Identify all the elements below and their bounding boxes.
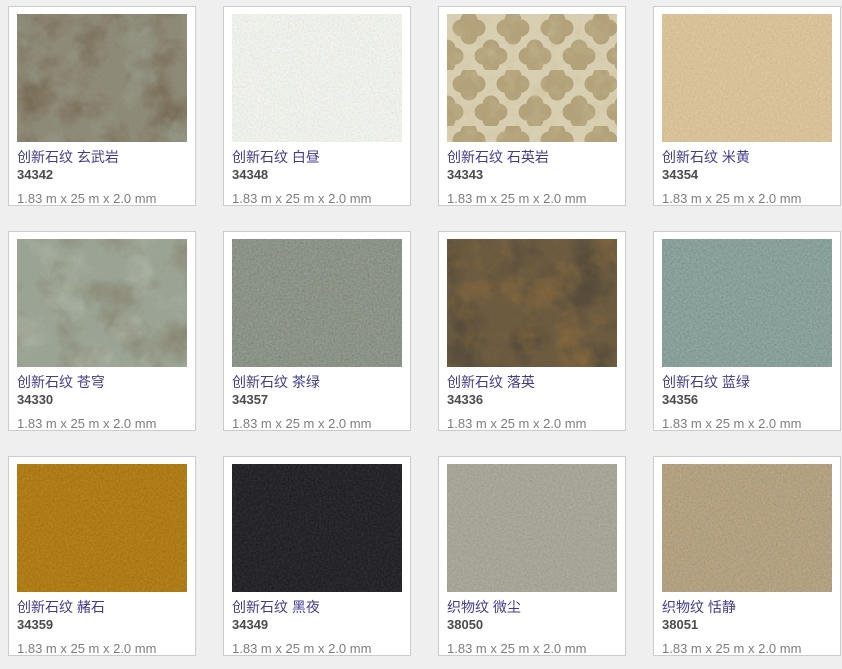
product-name-link[interactable]: 创新石纹 茶绿 — [232, 374, 402, 391]
product-card: 创新石纹 米黄 34354 1.83 m x 25 m x 2.0 mm — [653, 6, 841, 206]
product-grid: 创新石纹 玄武岩 34342 1.83 m x 25 m x 2.0 mm 创新… — [0, 0, 842, 669]
product-dimensions: 1.83 m x 25 m x 2.0 mm — [662, 191, 832, 206]
product-code: 38051 — [662, 617, 832, 632]
product-name-link[interactable]: 创新石纹 赭石 — [17, 599, 187, 616]
product-dimensions: 1.83 m x 25 m x 2.0 mm — [662, 416, 832, 431]
product-code: 34330 — [17, 392, 187, 407]
product-name-link[interactable]: 创新石纹 蓝绿 — [662, 374, 832, 391]
product-card: 创新石纹 赭石 34359 1.83 m x 25 m x 2.0 mm — [8, 456, 196, 656]
product-code: 34359 — [17, 617, 187, 632]
product-swatch-image[interactable] — [17, 239, 187, 367]
product-name-link[interactable]: 创新石纹 米黄 — [662, 149, 832, 166]
product-card: 创新石纹 蓝绿 34356 1.83 m x 25 m x 2.0 mm — [653, 231, 841, 431]
product-name-link[interactable]: 创新石纹 白昼 — [232, 149, 402, 166]
product-dimensions: 1.83 m x 25 m x 2.0 mm — [447, 416, 617, 431]
product-code: 38050 — [447, 617, 617, 632]
product-code: 34336 — [447, 392, 617, 407]
product-card: 创新石纹 白昼 34348 1.83 m x 25 m x 2.0 mm — [223, 6, 411, 206]
product-swatch-image[interactable] — [447, 14, 617, 142]
product-card: 创新石纹 石英岩 34343 1.83 m x 25 m x 2.0 mm — [438, 6, 626, 206]
product-card: 创新石纹 苍穹 34330 1.83 m x 25 m x 2.0 mm — [8, 231, 196, 431]
product-name-link[interactable]: 织物纹 恬静 — [662, 599, 832, 616]
product-name-link[interactable]: 创新石纹 石英岩 — [447, 149, 617, 166]
product-swatch-image[interactable] — [232, 464, 402, 592]
product-name-link[interactable]: 创新石纹 落英 — [447, 374, 617, 391]
product-name-link[interactable]: 创新石纹 玄武岩 — [17, 149, 187, 166]
product-dimensions: 1.83 m x 25 m x 2.0 mm — [232, 191, 402, 206]
product-code: 34348 — [232, 167, 402, 182]
product-card: 创新石纹 茶绿 34357 1.83 m x 25 m x 2.0 mm — [223, 231, 411, 431]
product-card: 织物纹 恬静 38051 1.83 m x 25 m x 2.0 mm — [653, 456, 841, 656]
product-dimensions: 1.83 m x 25 m x 2.0 mm — [232, 641, 402, 656]
product-card: 织物纹 微尘 38050 1.83 m x 25 m x 2.0 mm — [438, 456, 626, 656]
product-dimensions: 1.83 m x 25 m x 2.0 mm — [662, 641, 832, 656]
product-code: 34349 — [232, 617, 402, 632]
product-dimensions: 1.83 m x 25 m x 2.0 mm — [447, 191, 617, 206]
product-card: 创新石纹 黑夜 34349 1.83 m x 25 m x 2.0 mm — [223, 456, 411, 656]
product-dimensions: 1.83 m x 25 m x 2.0 mm — [232, 416, 402, 431]
product-code: 34356 — [662, 392, 832, 407]
product-card: 创新石纹 落英 34336 1.83 m x 25 m x 2.0 mm — [438, 231, 626, 431]
product-swatch-image[interactable] — [232, 14, 402, 142]
product-name-link[interactable]: 创新石纹 苍穹 — [17, 374, 187, 391]
product-code: 34357 — [232, 392, 402, 407]
product-code: 34354 — [662, 167, 832, 182]
product-dimensions: 1.83 m x 25 m x 2.0 mm — [447, 641, 617, 656]
product-card: 创新石纹 玄武岩 34342 1.83 m x 25 m x 2.0 mm — [8, 6, 196, 206]
product-dimensions: 1.83 m x 25 m x 2.0 mm — [17, 191, 187, 206]
product-swatch-image[interactable] — [17, 464, 187, 592]
product-code: 34342 — [17, 167, 187, 182]
product-dimensions: 1.83 m x 25 m x 2.0 mm — [17, 641, 187, 656]
product-code: 34343 — [447, 167, 617, 182]
product-swatch-image[interactable] — [447, 464, 617, 592]
product-swatch-image[interactable] — [662, 239, 832, 367]
product-swatch-image[interactable] — [232, 239, 402, 367]
product-name-link[interactable]: 创新石纹 黑夜 — [232, 599, 402, 616]
product-dimensions: 1.83 m x 25 m x 2.0 mm — [17, 416, 187, 431]
product-swatch-image[interactable] — [662, 14, 832, 142]
product-name-link[interactable]: 织物纹 微尘 — [447, 599, 617, 616]
product-swatch-image[interactable] — [662, 464, 832, 592]
product-swatch-image[interactable] — [447, 239, 617, 367]
product-swatch-image[interactable] — [17, 14, 187, 142]
